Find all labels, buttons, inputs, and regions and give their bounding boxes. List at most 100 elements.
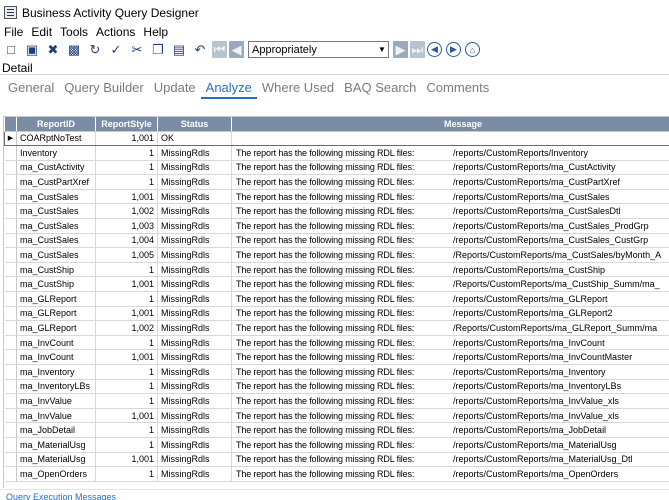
table-row[interactable]: ma_CustSales 1,002 MissingRdls The report h… (4, 203, 669, 220)
back-icon[interactable]: ◀ (427, 42, 442, 57)
cell-report-style[interactable]: 1,001 (95, 306, 158, 322)
table-row[interactable]: ma_InventoryLBs 1 MissingRdls The report ha… (4, 379, 669, 395)
table-row[interactable]: ma_MaterialUsg 1 MissingRdls The report has… (4, 437, 669, 453)
table-row[interactable]: ma_CustSales 1,003 MissingRdls The report h… (4, 218, 669, 234)
row-selector[interactable] (4, 203, 17, 220)
row-selector[interactable] (4, 306, 17, 322)
cell-status[interactable]: MissingRdls (157, 233, 232, 249)
cell-report-id[interactable]: ma_CustPartXref (16, 174, 96, 190)
cell-message[interactable]: The report has the following missing RDL… (231, 218, 669, 234)
row-selector[interactable] (4, 218, 17, 234)
row-selector[interactable] (4, 233, 17, 249)
cell-report-style[interactable]: 1,005 (95, 247, 158, 263)
column-header-status[interactable]: Status (157, 117, 232, 132)
row-selector[interactable] (4, 291, 17, 307)
cell-report-style[interactable]: 1,003 (95, 218, 158, 234)
cell-report-id[interactable]: ma_MaterialUsg (16, 437, 96, 453)
row-selector[interactable] (4, 320, 17, 336)
record-selector-combo[interactable]: Appropriately ▼ (248, 41, 389, 58)
cell-report-id[interactable]: ma_CustShip (16, 262, 96, 278)
cell-status[interactable]: MissingRdls (157, 320, 232, 336)
row-selector[interactable] (4, 349, 17, 365)
cell-status[interactable]: MissingRdls (157, 262, 232, 278)
tab-analyze[interactable]: Analyze (200, 79, 257, 99)
row-selector[interactable] (4, 247, 17, 263)
cell-message[interactable]: The report has the following missing RDL… (231, 349, 669, 365)
first-record-icon[interactable]: ⏮ (212, 41, 227, 58)
cell-status[interactable]: MissingRdls (157, 437, 232, 453)
cell-status[interactable]: MissingRdls (157, 452, 232, 468)
cell-message[interactable]: The report has the following missing RDL… (231, 276, 669, 293)
cell-status[interactable]: MissingRdls (157, 174, 232, 190)
row-selector[interactable] (4, 422, 17, 438)
cell-status[interactable]: MissingRdls (157, 218, 232, 234)
table-row[interactable]: ma_GLReport 1,002 MissingRdls The report ha… (4, 320, 669, 336)
cell-message[interactable]: The report has the following missing RDL… (231, 452, 669, 468)
cell-report-style[interactable]: 1,001 (95, 408, 158, 424)
cell-report-id[interactable]: ma_CustShip (16, 276, 96, 293)
cell-report-id[interactable]: ma_InvCount (16, 335, 96, 351)
cell-report-style[interactable]: 1,002 (95, 203, 158, 220)
print-icon[interactable]: ▩ (65, 41, 83, 58)
cell-report-style[interactable]: 1,004 (95, 233, 158, 249)
cell-report-id[interactable]: ma_InvValue (16, 408, 96, 424)
row-selector[interactable] (4, 160, 17, 176)
paste-icon[interactable]: ▤ (170, 41, 188, 58)
row-selector[interactable] (4, 189, 17, 205)
save-icon[interactable]: ▣ (23, 41, 41, 58)
cell-message[interactable]: The report has the following missing RDL… (231, 306, 669, 322)
tab-where-used[interactable]: Where Used (257, 79, 339, 99)
table-row[interactable]: ma_MaterialUsg 1,001 MissingRdls The report… (4, 452, 669, 468)
cell-status[interactable]: MissingRdls (157, 408, 232, 424)
column-header-message[interactable]: Message (231, 117, 669, 132)
table-row[interactable]: ma_CustSales 1,001 MissingRdls The report h… (4, 189, 669, 205)
cell-report-style[interactable]: 1 (95, 422, 158, 438)
cell-report-id[interactable]: COARptNoTest (16, 130, 96, 147)
table-row[interactable]: ma_CustSales 1,005 MissingRdls The report h… (4, 247, 669, 263)
cell-report-id[interactable]: ma_GLReport (16, 306, 96, 322)
menu-actions[interactable]: Actions (92, 25, 139, 40)
cell-report-style[interactable]: 1 (95, 145, 158, 161)
undo-icon[interactable]: ↶ (191, 41, 209, 58)
previous-record-icon[interactable]: ◀ (229, 41, 244, 58)
cell-message[interactable]: The report has the following missing RDL… (231, 466, 669, 482)
cell-report-id[interactable]: ma_GLReport (16, 291, 96, 307)
cell-report-style[interactable]: 1,001 (95, 276, 158, 293)
cell-report-style[interactable]: 1,001 (95, 349, 158, 365)
table-row[interactable]: ma_CustPartXref 1 MissingRdls The report ha… (4, 174, 669, 190)
cell-message[interactable]: The report has the following missing RDL… (231, 145, 669, 161)
cell-report-style[interactable]: 1 (95, 291, 158, 307)
cell-report-style[interactable]: 1,001 (95, 189, 158, 205)
cell-report-id[interactable]: ma_OpenOrders (16, 466, 96, 482)
tab-query-builder[interactable]: Query Builder (59, 79, 148, 99)
row-selector[interactable] (4, 466, 17, 482)
row-selector[interactable]: ▶ (4, 130, 17, 147)
cell-report-style[interactable]: 1 (95, 466, 158, 482)
table-row[interactable]: ma_CustShip 1,001 MissingRdls The report ha… (4, 276, 669, 293)
cut-icon[interactable]: ✂ (128, 41, 146, 58)
cell-report-style[interactable]: 1 (95, 262, 158, 278)
menu-tools[interactable]: Tools (56, 25, 92, 40)
table-row[interactable]: ma_CustActivity 1 MissingRdls The report ha… (4, 160, 669, 176)
menu-help[interactable]: Help (139, 25, 172, 40)
cell-status[interactable]: MissingRdls (157, 247, 232, 263)
cell-status[interactable]: MissingRdls (157, 306, 232, 322)
table-row[interactable]: ▶ COARptNoTest 1,001 OK (4, 130, 669, 147)
cell-report-id[interactable]: ma_InvCount (16, 349, 96, 365)
cell-message[interactable]: The report has the following missing RDL… (231, 364, 669, 380)
cell-message[interactable]: The report has the following missing RDL… (231, 422, 669, 438)
cell-status[interactable]: MissingRdls (157, 466, 232, 482)
row-selector[interactable] (4, 393, 17, 409)
analysis-grid[interactable]: ReportID ReportStyle Status Message ▶ COA… (3, 116, 669, 488)
cell-status[interactable]: MissingRdls (157, 145, 232, 161)
cell-status[interactable]: MissingRdls (157, 393, 232, 409)
row-selector[interactable] (4, 437, 17, 453)
new-icon[interactable]: □ (2, 41, 20, 58)
table-row[interactable]: ma_CustShip 1 MissingRdls The report has th… (4, 262, 669, 278)
table-row[interactable]: ma_InvValue 1,001 MissingRdls The report ha… (4, 408, 669, 424)
cell-report-style[interactable]: 1 (95, 335, 158, 351)
table-row[interactable]: ma_InvCount 1,001 MissingRdls The report ha… (4, 349, 669, 365)
cell-status[interactable]: MissingRdls (157, 276, 232, 293)
cell-message[interactable]: The report has the following missing RDL… (231, 335, 669, 351)
row-selector[interactable] (4, 335, 17, 351)
